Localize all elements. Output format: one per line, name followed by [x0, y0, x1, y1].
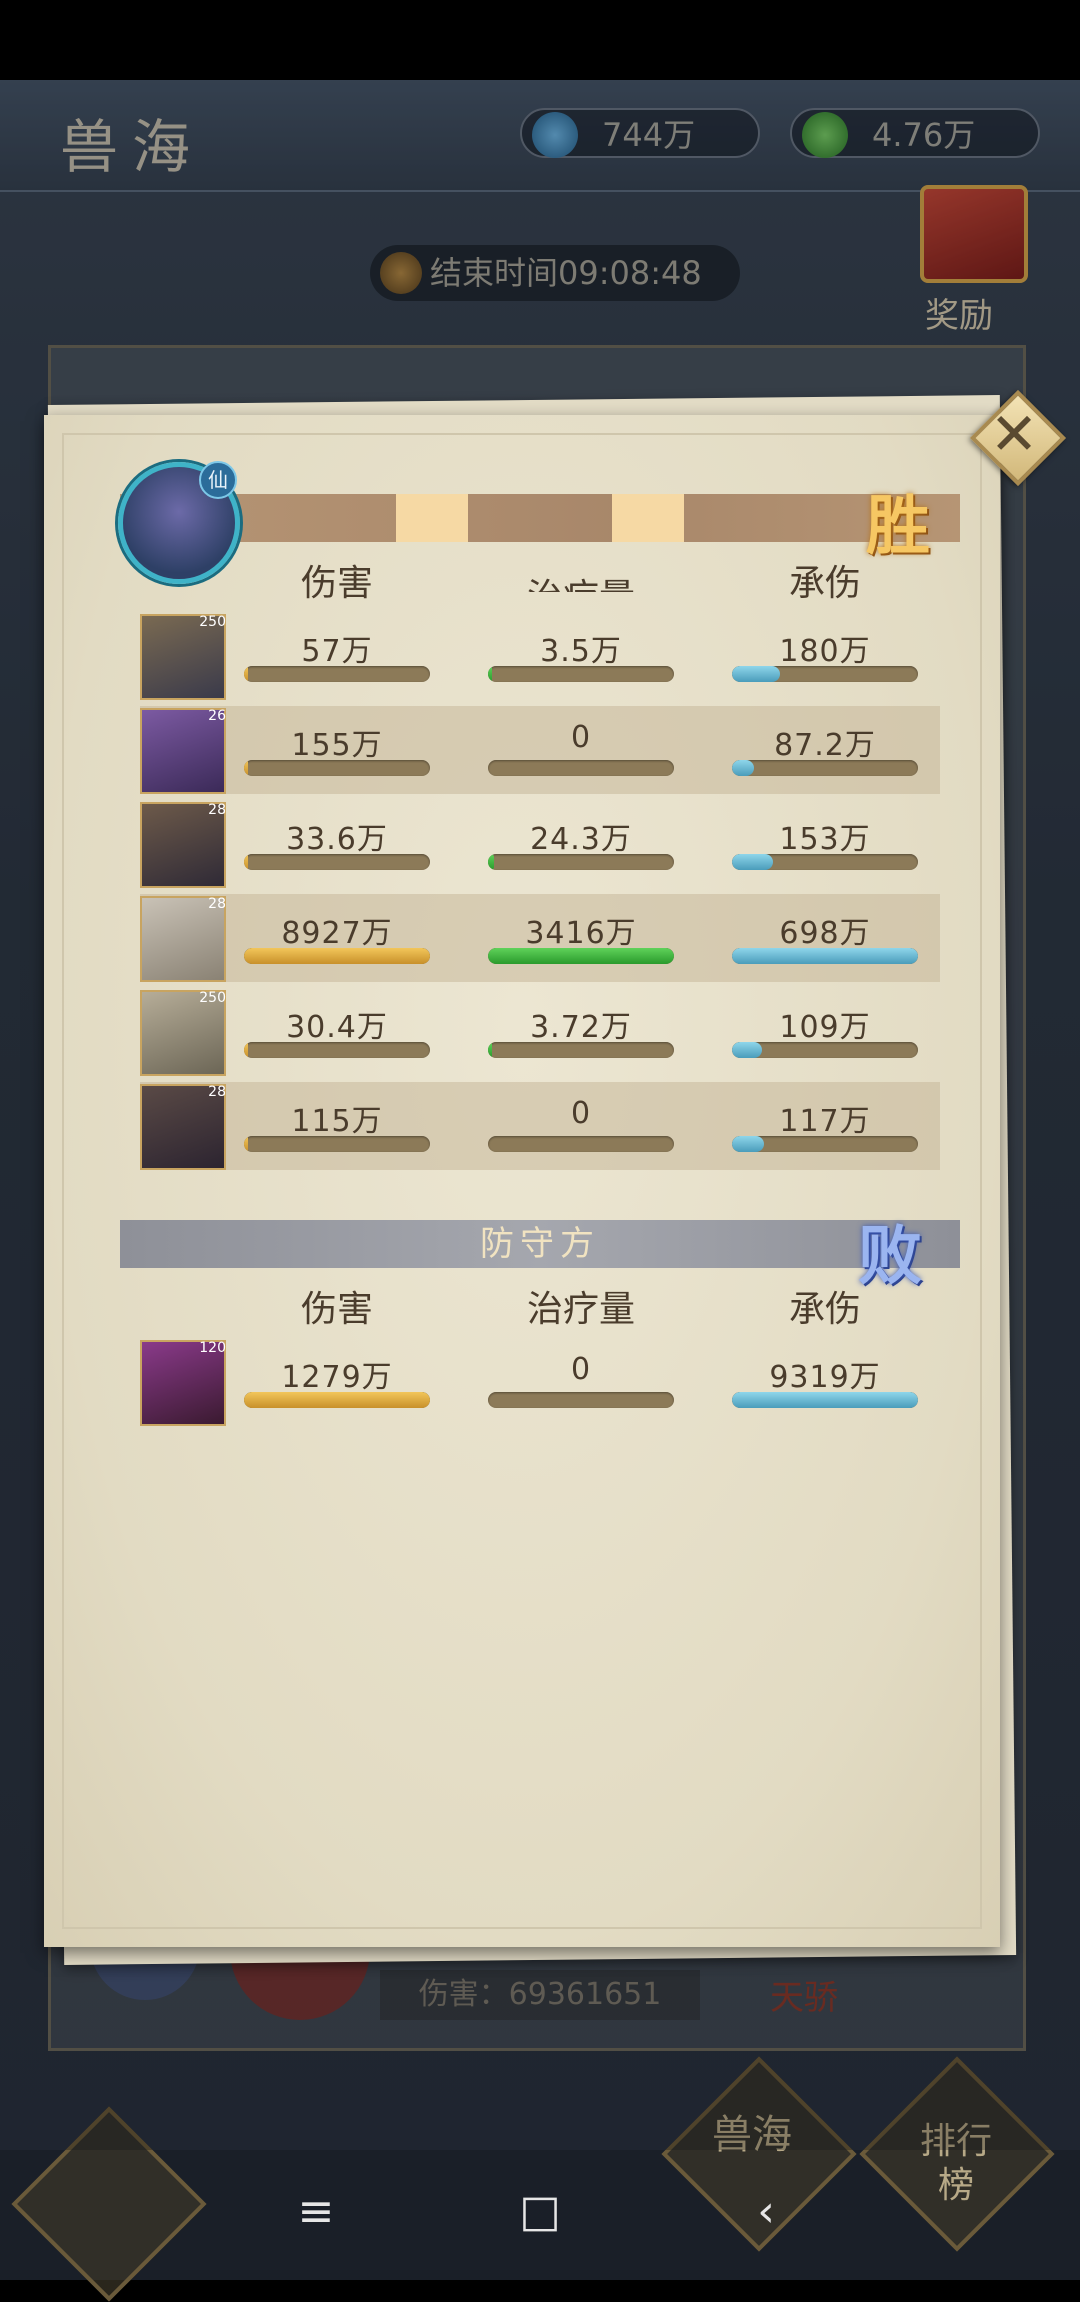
- damage-stat: 57万: [244, 612, 430, 700]
- heal-stat: 3.72万: [488, 988, 674, 1076]
- stats-row: 250 57万 3.5万 180万: [140, 612, 940, 700]
- hero-level: 26: [208, 708, 226, 724]
- banner-gap: [612, 494, 684, 542]
- heal-bar: [488, 1392, 674, 1408]
- taken-value: 698万: [779, 916, 871, 951]
- taken-stat: 698万: [732, 894, 918, 982]
- stats-row: 26 155万 0 87.2万: [140, 706, 940, 794]
- attacker-header-taken: 承伤: [788, 563, 861, 604]
- heal-value: 0: [570, 1352, 592, 1387]
- banner-gap: [396, 494, 468, 542]
- taken-value: 109万: [779, 1010, 871, 1045]
- heal-stat: 0: [488, 706, 674, 794]
- taken-value: 180万: [779, 634, 871, 669]
- damage-stat: 115万: [244, 1082, 430, 1170]
- status-bar: [0, 0, 1080, 80]
- nav-home-button[interactable]: □: [510, 2182, 570, 2242]
- hero-portrait[interactable]: 28: [140, 802, 226, 888]
- attacker-header-heal-text: 治疗量: [527, 577, 635, 592]
- heal-value: 3416万: [525, 916, 637, 951]
- hero-portrait[interactable]: 28: [140, 1084, 226, 1170]
- damage-value: 33.6万: [286, 822, 388, 857]
- immortal-badge: 仙: [199, 461, 237, 499]
- defender-header-damage: 伤害: [300, 1289, 373, 1330]
- hero-portrait[interactable]: 250: [140, 614, 226, 700]
- hero-level: 28: [208, 896, 226, 912]
- damage-stat: 30.4万: [244, 988, 430, 1076]
- taken-stat: 153万: [732, 800, 918, 888]
- hero-level: 250: [199, 614, 226, 630]
- close-icon: ✕: [989, 400, 1039, 468]
- stats-row: 28 33.6万 24.3万 153万: [140, 800, 940, 888]
- damage-stat: 1279万: [244, 1338, 430, 1426]
- taken-value: 153万: [779, 822, 871, 857]
- defender-header-heal: 治疗量: [526, 1289, 635, 1330]
- stats-row: 28 8927万 3416万 698万: [140, 894, 940, 982]
- hero-level: 28: [208, 802, 226, 818]
- heal-bar: [488, 760, 674, 776]
- damage-stat: 33.6万: [244, 800, 430, 888]
- defender-banner: 防守方: [120, 1220, 960, 1268]
- hero-level: 120: [199, 1340, 226, 1356]
- hero-portrait[interactable]: 120: [140, 1340, 226, 1426]
- damage-value: 30.4万: [286, 1010, 388, 1045]
- heal-stat: 24.3万: [488, 800, 674, 888]
- heal-value: 3.5万: [540, 634, 622, 669]
- taken-stat: 117万: [732, 1082, 918, 1170]
- defender-title: 防守方: [480, 1224, 600, 1264]
- heal-value: 24.3万: [530, 822, 632, 857]
- taken-stat: 109万: [732, 988, 918, 1076]
- attacker-header-damage: 伤害: [300, 563, 373, 604]
- hero-portrait[interactable]: 28: [140, 896, 226, 982]
- heal-stat: 0: [488, 1082, 674, 1170]
- taken-stat: 9319万: [732, 1338, 918, 1426]
- damage-stat: 8927万: [244, 894, 430, 982]
- stats-row: 28 115万 0 117万: [140, 1082, 940, 1170]
- taken-value: 87.2万: [774, 728, 876, 763]
- heal-stat: 3416万: [488, 894, 674, 982]
- damage-value: 155万: [291, 728, 383, 763]
- defender-header-taken: 承伤: [788, 1289, 861, 1330]
- stats-row: 250 30.4万 3.72万 109万: [140, 988, 940, 1076]
- damage-stat: 155万: [244, 706, 430, 794]
- close-button[interactable]: ✕: [968, 388, 1067, 487]
- heal-value: 3.72万: [530, 1010, 632, 1045]
- taken-value: 9319万: [769, 1360, 881, 1395]
- player-avatar[interactable]: 仙: [118, 461, 240, 584]
- heal-stat: 3.5万: [488, 612, 674, 700]
- attacker-banner: [120, 494, 960, 542]
- damage-value: 1279万: [281, 1360, 393, 1395]
- hero-level: 250: [199, 990, 226, 1006]
- nav-back-button[interactable]: ‹: [736, 2182, 796, 2242]
- damage-value: 115万: [291, 1104, 383, 1139]
- taken-stat: 180万: [732, 612, 918, 700]
- damage-value: 8927万: [281, 916, 393, 951]
- nav-menu-button[interactable]: ≡: [286, 2182, 346, 2242]
- heal-value: 0: [570, 720, 592, 755]
- hero-portrait[interactable]: 250: [140, 990, 226, 1076]
- taken-stat: 87.2万: [732, 706, 918, 794]
- heal-value: 0: [570, 1096, 592, 1131]
- heal-stat: 0: [488, 1338, 674, 1426]
- hero-portrait[interactable]: 26: [140, 708, 226, 794]
- stats-row: 120 1279万 0 9319万: [140, 1338, 940, 1426]
- heal-bar: [488, 1136, 674, 1152]
- attacker-header-heal: 治疗量: [488, 554, 674, 592]
- damage-value: 57万: [301, 634, 373, 669]
- taken-value: 117万: [779, 1104, 871, 1139]
- hero-level: 28: [208, 1084, 226, 1100]
